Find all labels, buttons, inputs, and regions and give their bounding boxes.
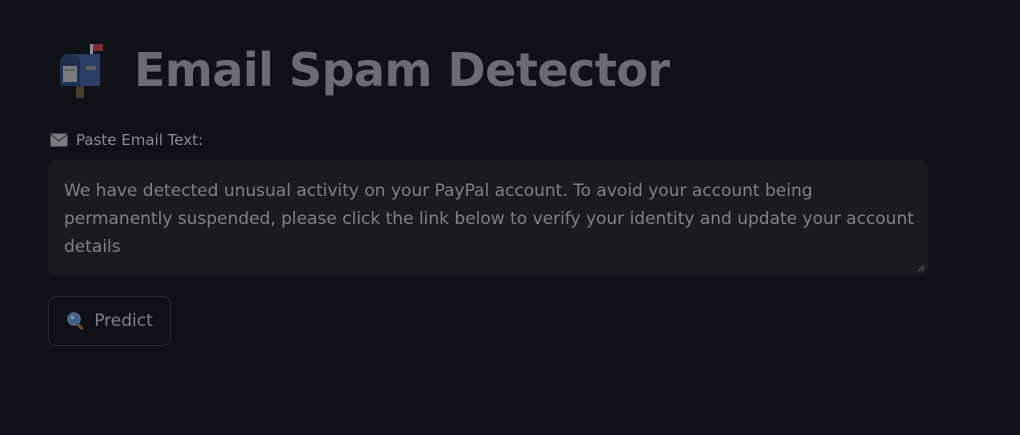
email-input-label: Paste Email Text: xyxy=(76,131,204,149)
mailbox-icon xyxy=(60,44,103,98)
predict-button[interactable]: Predict xyxy=(48,296,171,346)
app-page: Email Spam Detector Paste Email Text: We… xyxy=(0,0,1020,435)
magnifier-icon xyxy=(67,312,84,330)
resize-handle-icon[interactable] xyxy=(917,264,925,272)
page-title: Email Spam Detector xyxy=(134,43,670,97)
predict-button-label: Predict xyxy=(94,311,153,331)
email-text-area[interactable]: We have detected unusual activity on you… xyxy=(48,160,928,275)
email-input-label-row: Paste Email Text: xyxy=(50,131,203,149)
header: Email Spam Detector xyxy=(52,40,670,100)
envelope-icon xyxy=(50,133,68,147)
email-text-value[interactable]: We have detected unusual activity on you… xyxy=(64,177,914,261)
